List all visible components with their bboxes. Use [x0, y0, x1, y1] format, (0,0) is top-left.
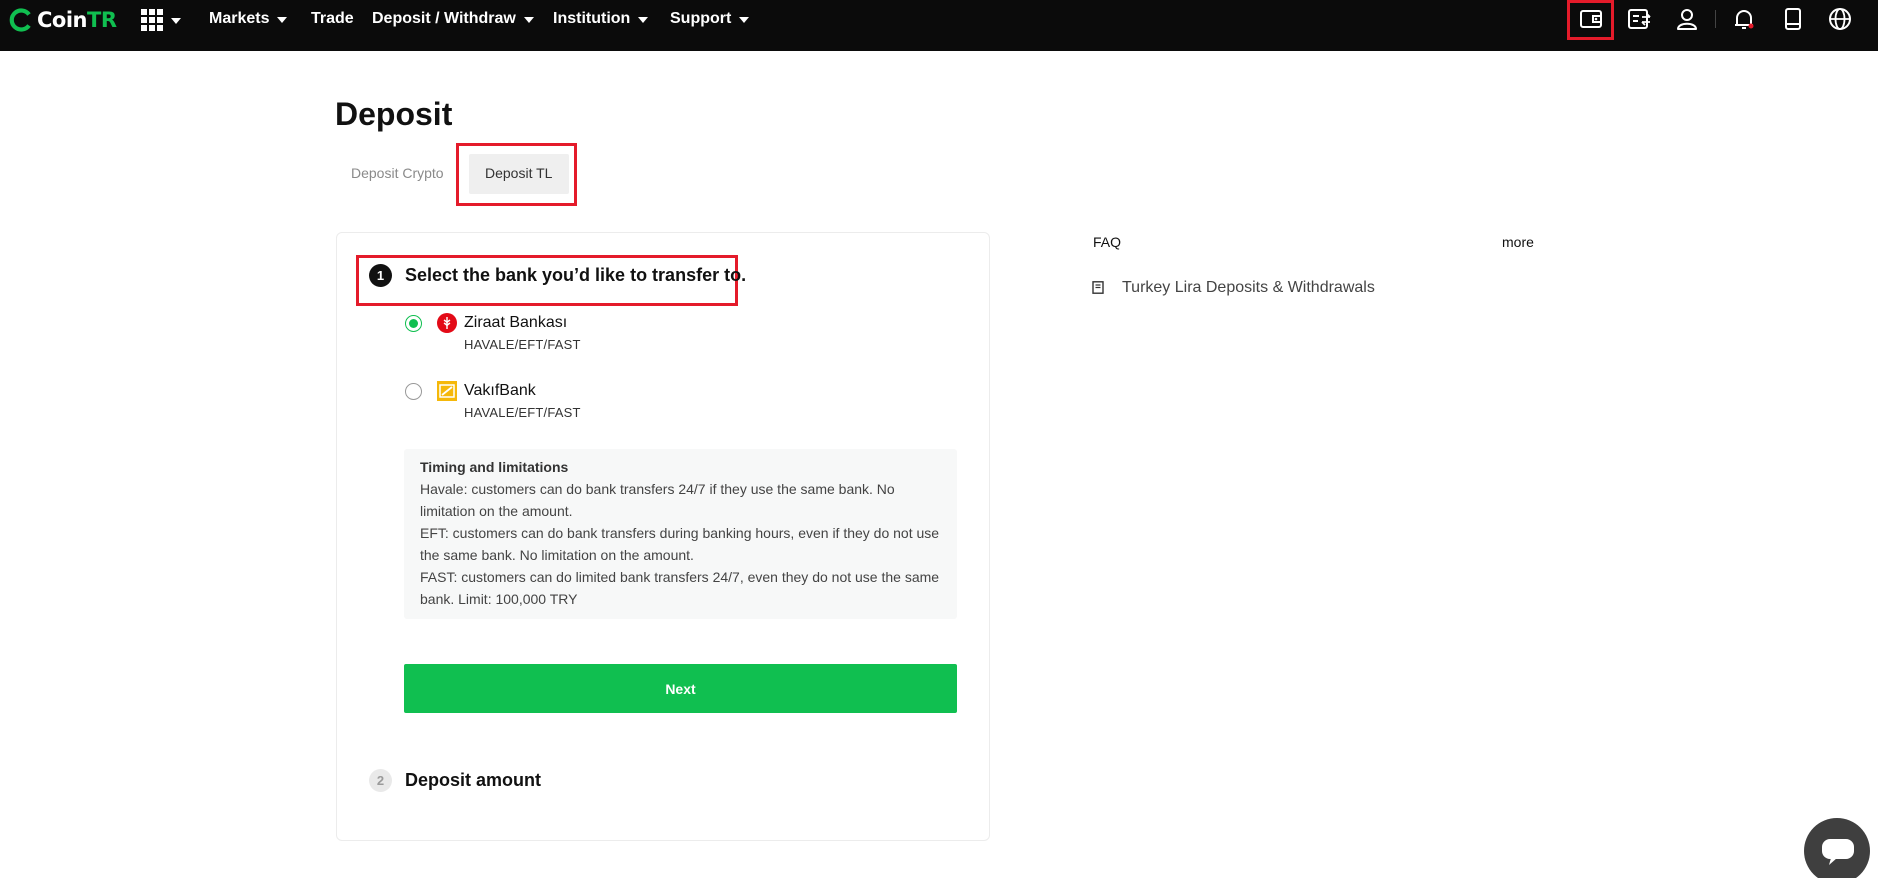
apps-menu-button[interactable] [141, 9, 181, 31]
top-navbar: CoinTR Markets Trade Deposit / Withdraw … [0, 0, 1878, 51]
radio-vakifbank[interactable] [405, 383, 422, 400]
nav-support-label: Support [670, 10, 732, 27]
chevron-down-icon [171, 18, 181, 24]
info-line: FAST: customers can do limited bank tran… [420, 569, 940, 585]
mobile-app-icon [1785, 8, 1801, 30]
bank-name-vakifbank[interactable]: VakıfBank [464, 382, 536, 400]
nav-deposit-withdraw[interactable]: Deposit / Withdraw [372, 9, 534, 29]
account-button[interactable] [1674, 6, 1700, 32]
apps-grid-icon [141, 9, 163, 31]
radio-ziraat-bankasi[interactable] [405, 315, 422, 332]
info-line: Havale: customers can do bank transfers … [420, 481, 895, 497]
chevron-down-icon [638, 17, 649, 23]
highlight-box-deposit-tl [456, 143, 577, 206]
faq-title: FAQ [1093, 234, 1122, 250]
chevron-down-icon [739, 17, 750, 23]
chevron-down-icon [277, 17, 288, 23]
document-icon [1092, 281, 1104, 294]
mobile-app-button[interactable] [1780, 6, 1806, 32]
highlight-box-wallet [1567, 0, 1614, 40]
vakifbank-logo-icon [437, 381, 457, 401]
chat-icon [1822, 839, 1854, 865]
nav-markets[interactable]: Markets [209, 9, 288, 29]
step-2-title: Deposit amount [405, 770, 542, 790]
orders-icon [1628, 9, 1651, 29]
cointr-logo-icon [9, 8, 31, 32]
notifications-button[interactable] [1731, 6, 1757, 32]
tab-deposit-crypto[interactable]: Deposit Crypto [351, 165, 444, 181]
next-button[interactable]: Next [404, 664, 957, 713]
page-title: Deposit [335, 96, 453, 132]
globe-icon [1829, 8, 1851, 30]
bank-name-ziraat[interactable]: Ziraat Bankası [464, 314, 567, 332]
chevron-down-icon [523, 17, 534, 23]
step-2-number: 2 [369, 769, 392, 792]
faq-item-turkey-lira[interactable]: Turkey Lira Deposits & Withdrawals [1122, 279, 1375, 297]
logo-text: CoinTR [37, 8, 117, 32]
info-line: bank. Limit: 100,000 TRY [420, 591, 578, 607]
faq-more-link[interactable]: more [1502, 234, 1534, 250]
cointr-logo[interactable]: CoinTR [9, 7, 117, 33]
nav-deposit-withdraw-label: Deposit / Withdraw [372, 10, 516, 27]
chat-button[interactable] [1804, 818, 1870, 878]
bank-methods-ziraat: HAVALE/EFT/FAST [464, 337, 581, 352]
ziraat-logo-icon [437, 313, 457, 333]
step-1-number: 1 [369, 264, 392, 287]
info-title: Timing and limitations [420, 459, 569, 475]
orders-button[interactable] [1626, 6, 1652, 32]
nav-trade[interactable]: Trade [311, 9, 354, 29]
nav-markets-label: Markets [209, 10, 270, 27]
nav-institution[interactable]: Institution [553, 9, 649, 29]
bank-methods-vakifbank: HAVALE/EFT/FAST [464, 405, 581, 420]
nav-support[interactable]: Support [670, 9, 750, 29]
info-line: EFT: customers can do bank transfers dur… [420, 525, 940, 541]
nav-trade-label: Trade [311, 10, 354, 27]
info-line: limitation on the amount. [420, 503, 573, 519]
info-line: the same bank. No limitation on the amou… [420, 547, 694, 563]
step-1-title: Select the bank you’d like to transfer t… [405, 265, 747, 285]
bell-icon [1735, 10, 1754, 29]
nav-divider [1715, 10, 1716, 28]
user-icon [1677, 9, 1697, 30]
language-button[interactable] [1827, 6, 1853, 32]
nav-institution-label: Institution [553, 10, 631, 27]
